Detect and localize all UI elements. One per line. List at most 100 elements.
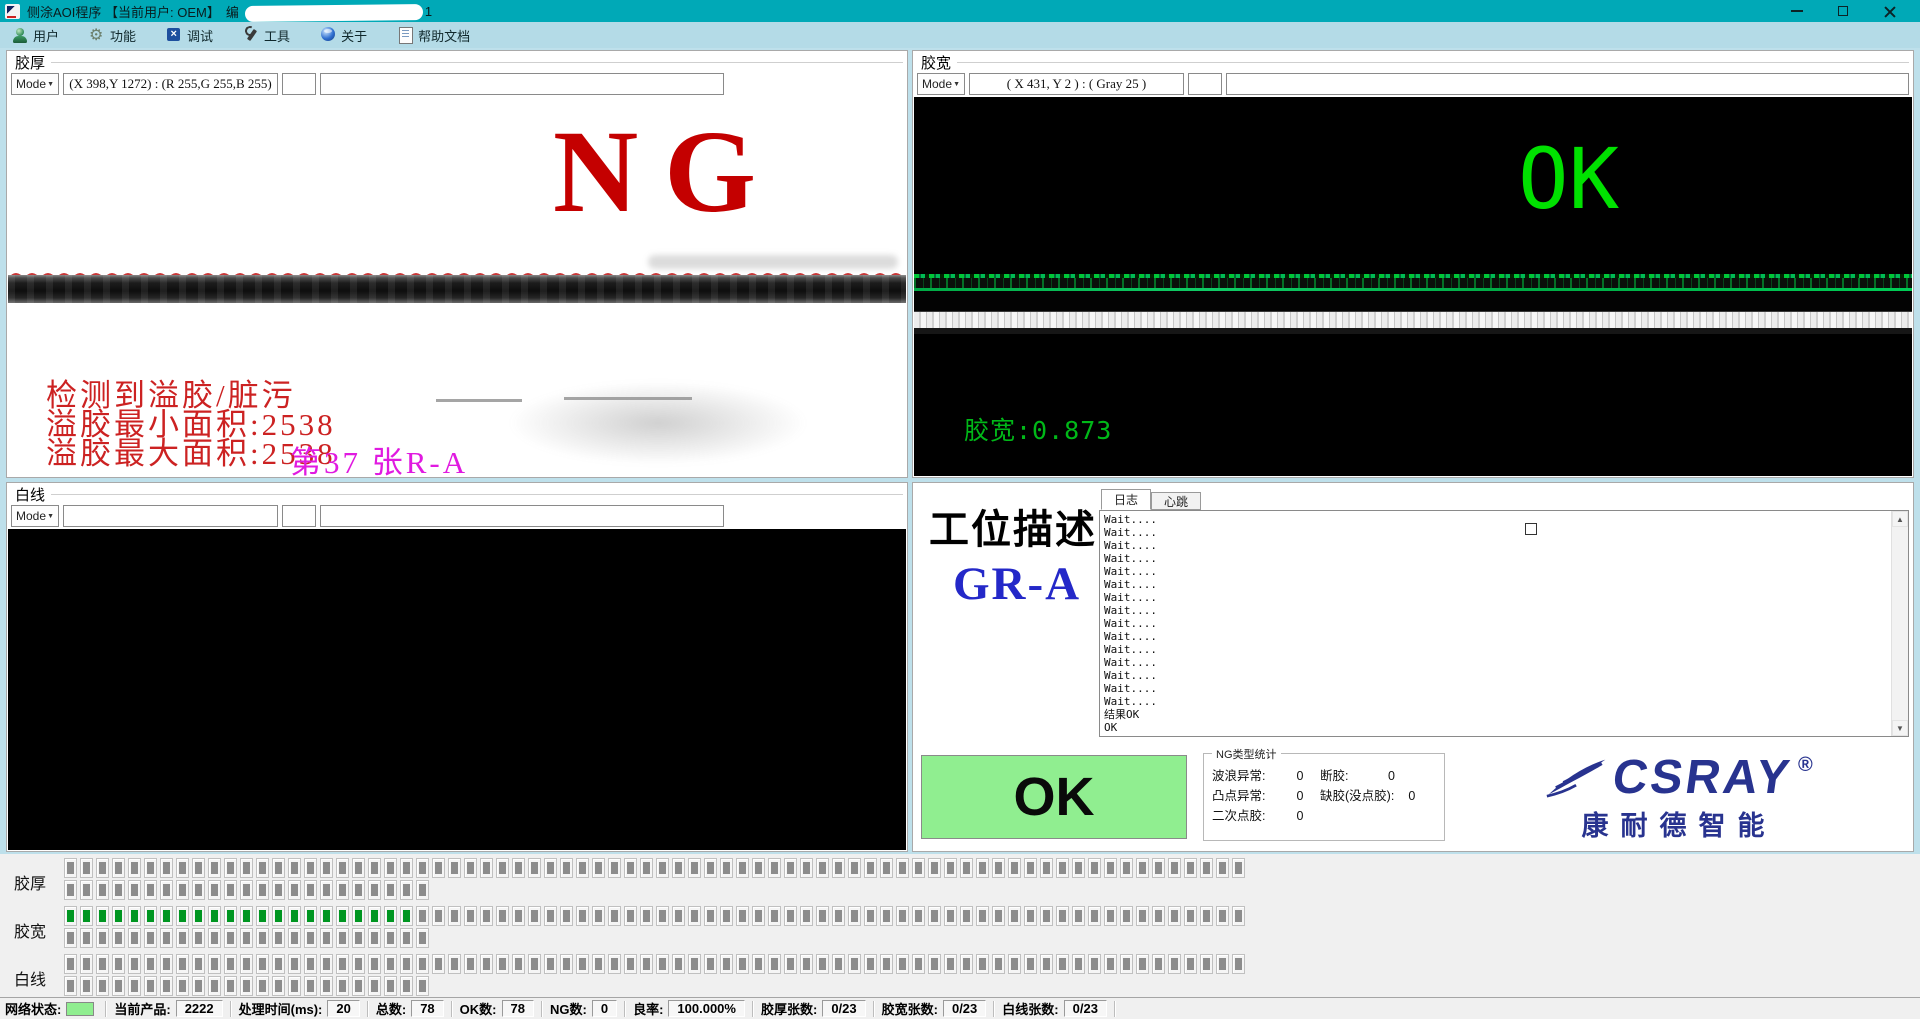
- log-entry: Wait....: [1104, 617, 1888, 630]
- scroll-up-icon[interactable]: ▲: [1892, 511, 1908, 527]
- indicator-cell: [144, 928, 157, 948]
- indicator-cell: [464, 858, 477, 878]
- indicator-cell: [64, 880, 77, 900]
- menu-item-2[interactable]: 调试: [160, 24, 223, 46]
- status-item-value: 0/23: [822, 1000, 865, 1017]
- menu-item-5[interactable]: 帮助文档: [391, 24, 480, 46]
- status-panel: 工位描述: GR-A 日志 心跳 Wait....Wait....Wait...…: [912, 482, 1914, 852]
- pixel-coordinate-readout: [63, 505, 278, 527]
- indicator-cell: [592, 906, 605, 926]
- menu-item-4[interactable]: 关于: [314, 24, 377, 46]
- indicator-cell: [800, 858, 813, 878]
- station-description-label: 工位描述:: [929, 497, 1112, 555]
- indicator-cell: [256, 976, 269, 996]
- indicator-cell: [112, 954, 125, 974]
- log-checkbox[interactable]: [1525, 523, 1537, 535]
- indicator-cell: [848, 954, 861, 974]
- indicator-cell: [144, 976, 157, 996]
- indicator-cell: [64, 976, 77, 996]
- indicator-cell: [1024, 858, 1037, 878]
- pixel-coordinate-readout: (X 398,Y 1272) : (R 255,G 255,B 255): [63, 73, 278, 95]
- scroll-down-icon[interactable]: ▼: [1892, 720, 1908, 736]
- indicator-cell: [1072, 858, 1085, 878]
- tab-heartbeat[interactable]: 心跳: [1151, 492, 1201, 510]
- indicator-cell: [992, 906, 1005, 926]
- log-list[interactable]: Wait....Wait....Wait....Wait....Wait....…: [1099, 510, 1909, 737]
- window-controls: [1774, 0, 1912, 22]
- indicator-cell: [752, 954, 765, 974]
- mode-dropdown[interactable]: Mode ▼: [11, 505, 59, 527]
- status-item-value: 78: [502, 1000, 534, 1017]
- indicator-cell: [448, 906, 461, 926]
- indicator-cell: [336, 928, 349, 948]
- mode-dropdown[interactable]: Mode ▼: [917, 73, 965, 95]
- indicator-cell: [1184, 906, 1197, 926]
- indicator-cell: [912, 954, 925, 974]
- indicator-cell: [416, 928, 429, 948]
- restore-icon: [1838, 6, 1848, 16]
- log-entry: Wait....: [1104, 591, 1888, 604]
- indicator-cell: [816, 858, 829, 878]
- log-entry: OK: [1104, 721, 1888, 734]
- indicator-cell: [576, 906, 589, 926]
- indicator-cell: [160, 954, 173, 974]
- vendor-logo: CSRAY ® 康耐德智能: [1453, 751, 1905, 845]
- glue-width-title: 胶宽: [913, 52, 957, 73]
- indicator-cell: [224, 880, 237, 900]
- indicator-cell: [96, 954, 109, 974]
- indicator-cell: [1168, 858, 1181, 878]
- indicator-cell: [416, 858, 429, 878]
- close-button[interactable]: [1866, 0, 1912, 22]
- indicator-cell: [880, 906, 893, 926]
- log-scrollbar[interactable]: ▲ ▼: [1891, 511, 1908, 736]
- indicator-cell: [272, 880, 285, 900]
- overall-result-button[interactable]: OK: [921, 755, 1187, 839]
- app-logo-icon: [5, 4, 20, 19]
- indicator-cell: [112, 858, 125, 878]
- info-box: [320, 505, 724, 527]
- menu-item-1[interactable]: 功能: [83, 24, 146, 46]
- indicator-cell: [144, 954, 157, 974]
- menu-item-3[interactable]: 工具: [237, 24, 300, 46]
- result-text-ng: NG: [553, 113, 782, 231]
- indicator-cell: [160, 880, 173, 900]
- indicator-cell: [160, 928, 173, 948]
- indicator-cell: [208, 928, 221, 948]
- indicator-cell: [272, 928, 285, 948]
- indicator-cell: [256, 954, 269, 974]
- indicator-cell: [1216, 954, 1229, 974]
- indicator-cell: [384, 858, 397, 878]
- restore-button[interactable]: [1820, 0, 1866, 22]
- indicator-cell: [160, 976, 173, 996]
- separator: [993, 1001, 995, 1017]
- menu-item-0[interactable]: 用户: [6, 24, 69, 46]
- indicator-cell: [880, 858, 893, 878]
- minimize-button[interactable]: [1774, 0, 1820, 22]
- indicator-cell: [416, 954, 429, 974]
- indicator-cell: [880, 954, 893, 974]
- indicator-cell: [832, 858, 845, 878]
- indicator-cell: [512, 858, 525, 878]
- mode-label: Mode: [16, 509, 46, 523]
- indicator-cell: [544, 858, 557, 878]
- indicator-cell: [224, 954, 237, 974]
- indicator-cell: [240, 954, 253, 974]
- indicator-cell: [368, 858, 381, 878]
- indicator-cell: [560, 954, 573, 974]
- indicator-cell: [688, 906, 701, 926]
- title-bar: 侧涂AOI程序 【当前用户: OEM】 编 1: [0, 0, 1920, 22]
- indicator-cell: [288, 928, 301, 948]
- indicator-cell: [96, 906, 109, 926]
- ng-stat-row: 缺胶(没点胶):0: [1320, 786, 1415, 806]
- indicator-cell: [240, 858, 253, 878]
- status-item-label: 良率:: [633, 999, 663, 1018]
- indicator-cell: [1008, 906, 1021, 926]
- indicator-cell: [160, 858, 173, 878]
- log-entry: Wait....: [1104, 565, 1888, 578]
- indicator-cell: [368, 954, 381, 974]
- mode-dropdown[interactable]: Mode ▼: [11, 73, 59, 95]
- tab-log[interactable]: 日志: [1101, 489, 1151, 510]
- indicator-cell: [1104, 858, 1117, 878]
- help-doc-icon: [397, 27, 413, 43]
- indicator-cell: [352, 858, 365, 878]
